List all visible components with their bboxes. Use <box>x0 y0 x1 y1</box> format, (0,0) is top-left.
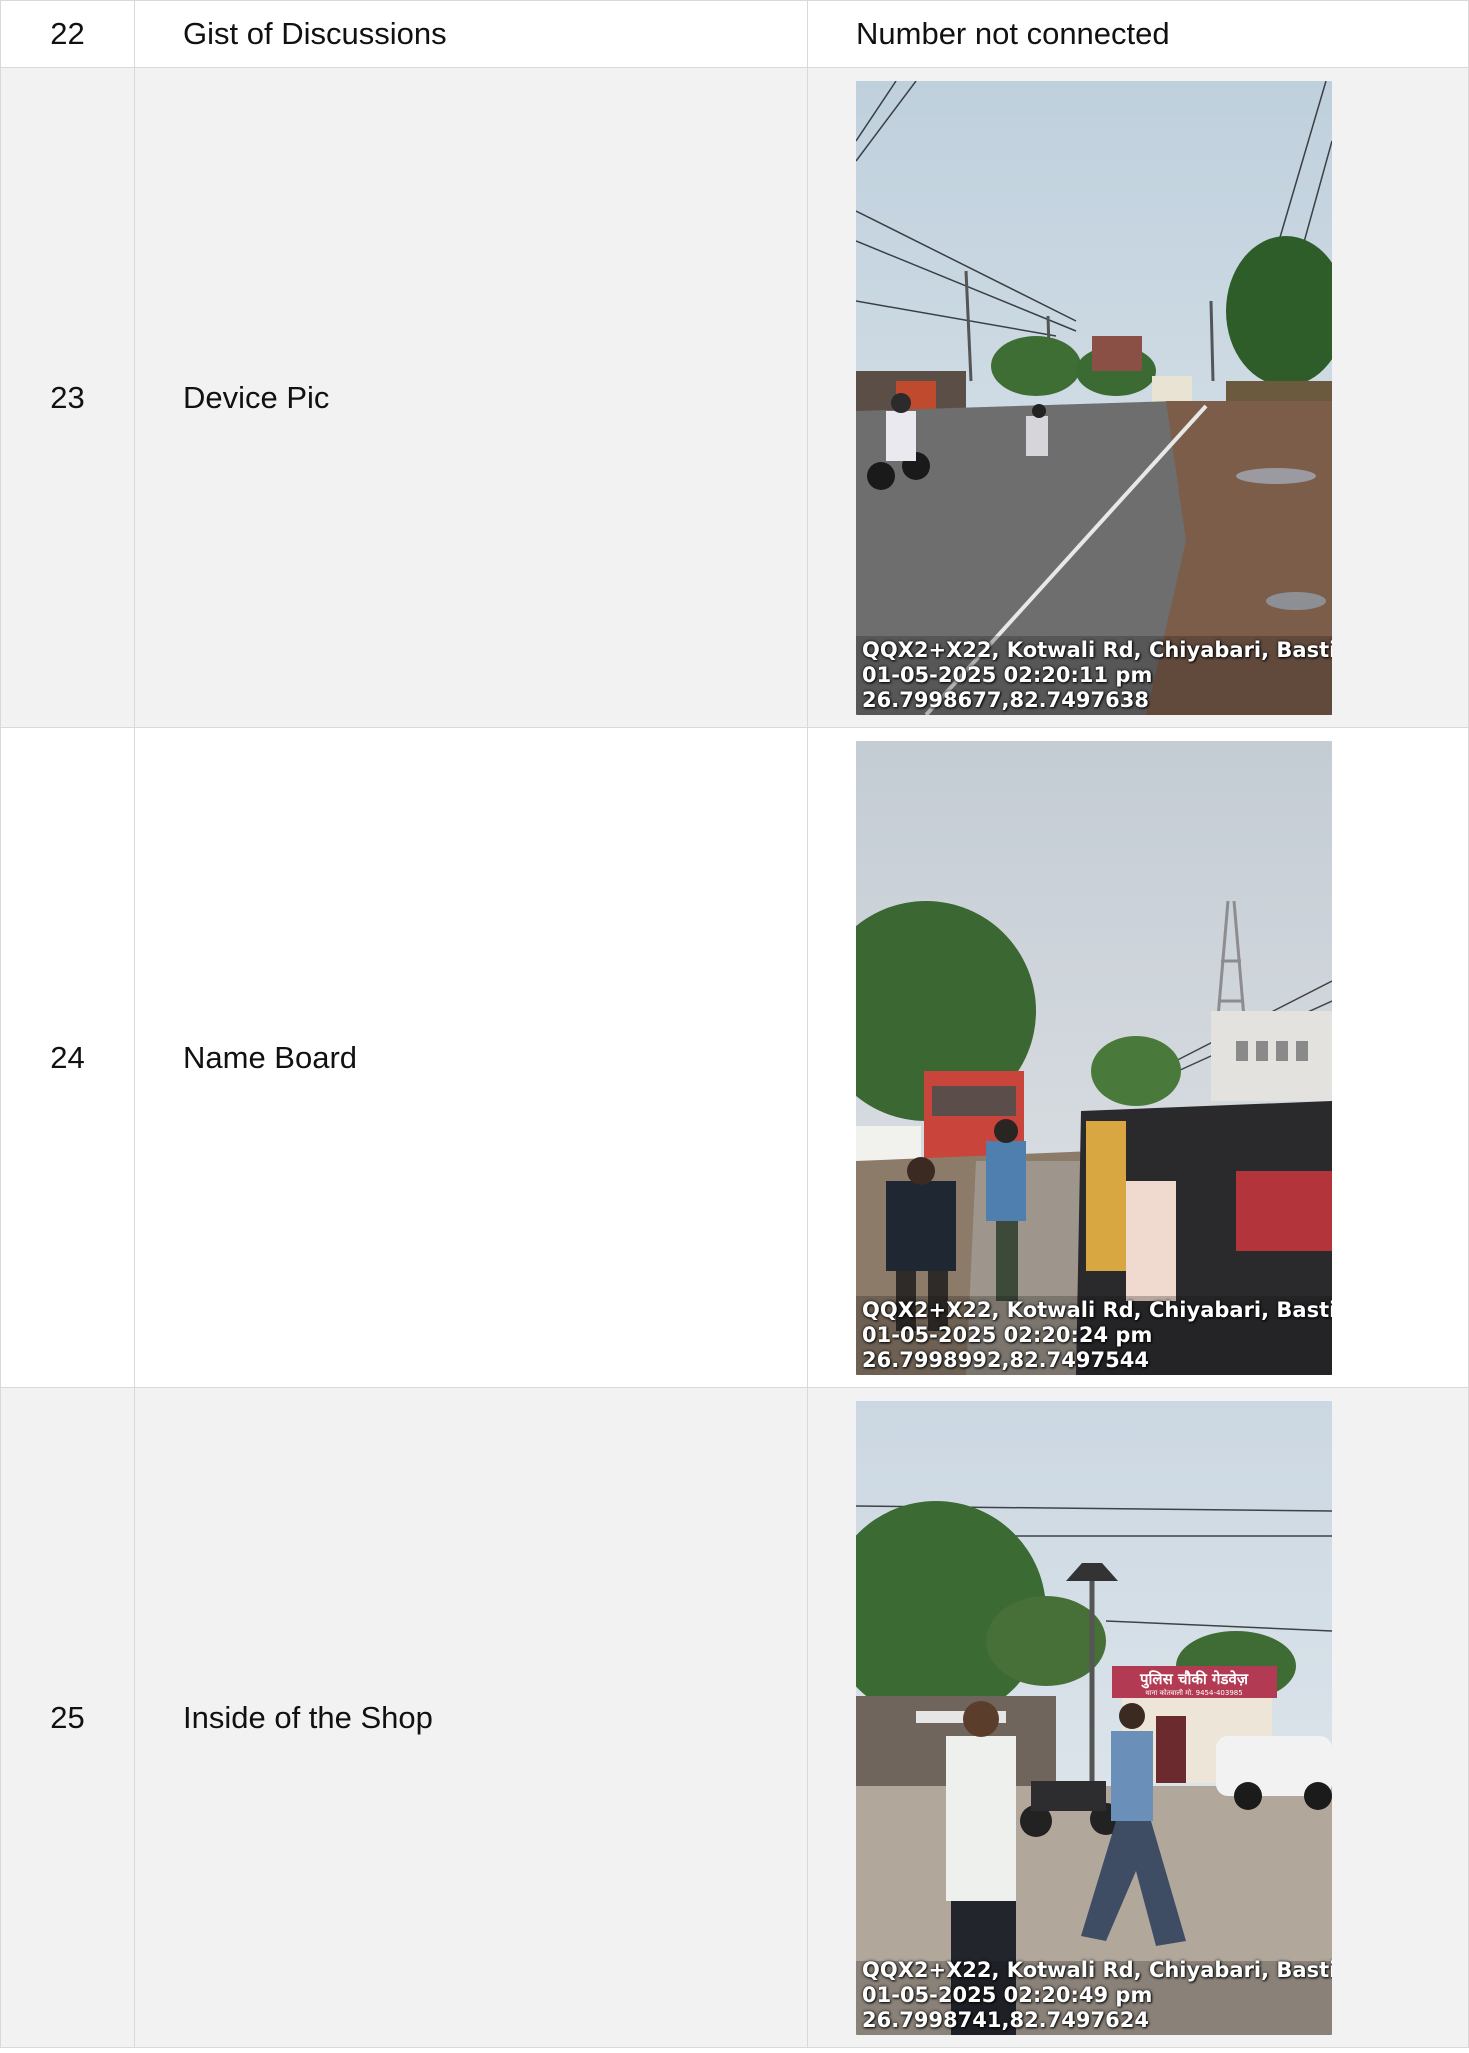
geotag-address: QQX2+X22, Kotwali Rd, Chiyabari, Basti, … <box>862 1297 1332 1322</box>
row-value: Number not connected <box>807 0 1469 68</box>
police-booth-sign: पुलिस चौकी गेडवेज़ <box>1139 1670 1249 1689</box>
photo-cell: QQX2+X22, Kotwali Rd, Chiyabari, Basti, … <box>807 67 1469 728</box>
inside-shop-photo[interactable]: पुलिस चौकी गेडवेज़ थाना कोतवाली मो. 9454… <box>856 1400 1332 2035</box>
row-number: 23 <box>0 67 135 728</box>
photo-geotag: QQX2+X22, Kotwali Rd, Chiyabari, Basti, … <box>862 638 1332 713</box>
geotag-datetime: 01-05-2025 02:20:11 pm <box>862 662 1153 687</box>
photo-geotag: QQX2+X22, Kotwali Rd, Chiyabari, Basti, … <box>862 1298 1332 1373</box>
table-row: 25 Inside of the Shop पुलिस चौकी गेडवेज़… <box>0 1387 1469 2048</box>
geotag-coordinates: 26.7998992,82.7497544 <box>862 1347 1149 1372</box>
row-label: Device Pic <box>134 67 808 728</box>
table-row: 23 Device Pic QQX2+X22, Kotwali Rd, Chiy… <box>0 67 1469 728</box>
street-scene-image <box>856 740 1332 1375</box>
row-number: 25 <box>0 1387 135 2048</box>
photo-geotag: QQX2+X22, Kotwali Rd, Chiyabari, Basti, … <box>862 1958 1332 2033</box>
row-label: Inside of the Shop <box>134 1387 808 2048</box>
table-row: 24 Name Board QQX2+X22, Kotwali Rd, Chiy… <box>0 727 1469 1388</box>
device-photo[interactable]: QQX2+X22, Kotwali Rd, Chiyabari, Basti, … <box>856 80 1332 715</box>
street-scene-image <box>856 80 1332 715</box>
name-board-photo[interactable]: QQX2+X22, Kotwali Rd, Chiyabari, Basti, … <box>856 740 1332 1375</box>
geotag-address: QQX2+X22, Kotwali Rd, Chiyabari, Basti, … <box>862 637 1332 662</box>
photo-cell: QQX2+X22, Kotwali Rd, Chiyabari, Basti, … <box>807 727 1469 1388</box>
details-table: 22 Gist of Discussions Number not connec… <box>0 0 1469 2048</box>
street-scene-image: पुलिस चौकी गेडवेज़ थाना कोतवाली मो. 9454… <box>856 1400 1332 2035</box>
geotag-datetime: 01-05-2025 02:20:49 pm <box>862 1982 1153 2007</box>
geotag-address: QQX2+X22, Kotwali Rd, Chiyabari, Basti, … <box>862 1957 1332 1982</box>
geotag-coordinates: 26.7998741,82.7497624 <box>862 2007 1149 2032</box>
photo-cell: पुलिस चौकी गेडवेज़ थाना कोतवाली मो. 9454… <box>807 1387 1469 2048</box>
police-booth-subtitle: थाना कोतवाली मो. 9454-403985 <box>1145 1688 1242 1697</box>
geotag-datetime: 01-05-2025 02:20:24 pm <box>862 1322 1153 1347</box>
row-number: 24 <box>0 727 135 1388</box>
row-number: 22 <box>0 0 135 68</box>
row-label: Name Board <box>134 727 808 1388</box>
geotag-coordinates: 26.7998677,82.7497638 <box>862 687 1149 712</box>
row-label: Gist of Discussions <box>134 0 808 68</box>
table-row: 22 Gist of Discussions Number not connec… <box>0 0 1469 68</box>
